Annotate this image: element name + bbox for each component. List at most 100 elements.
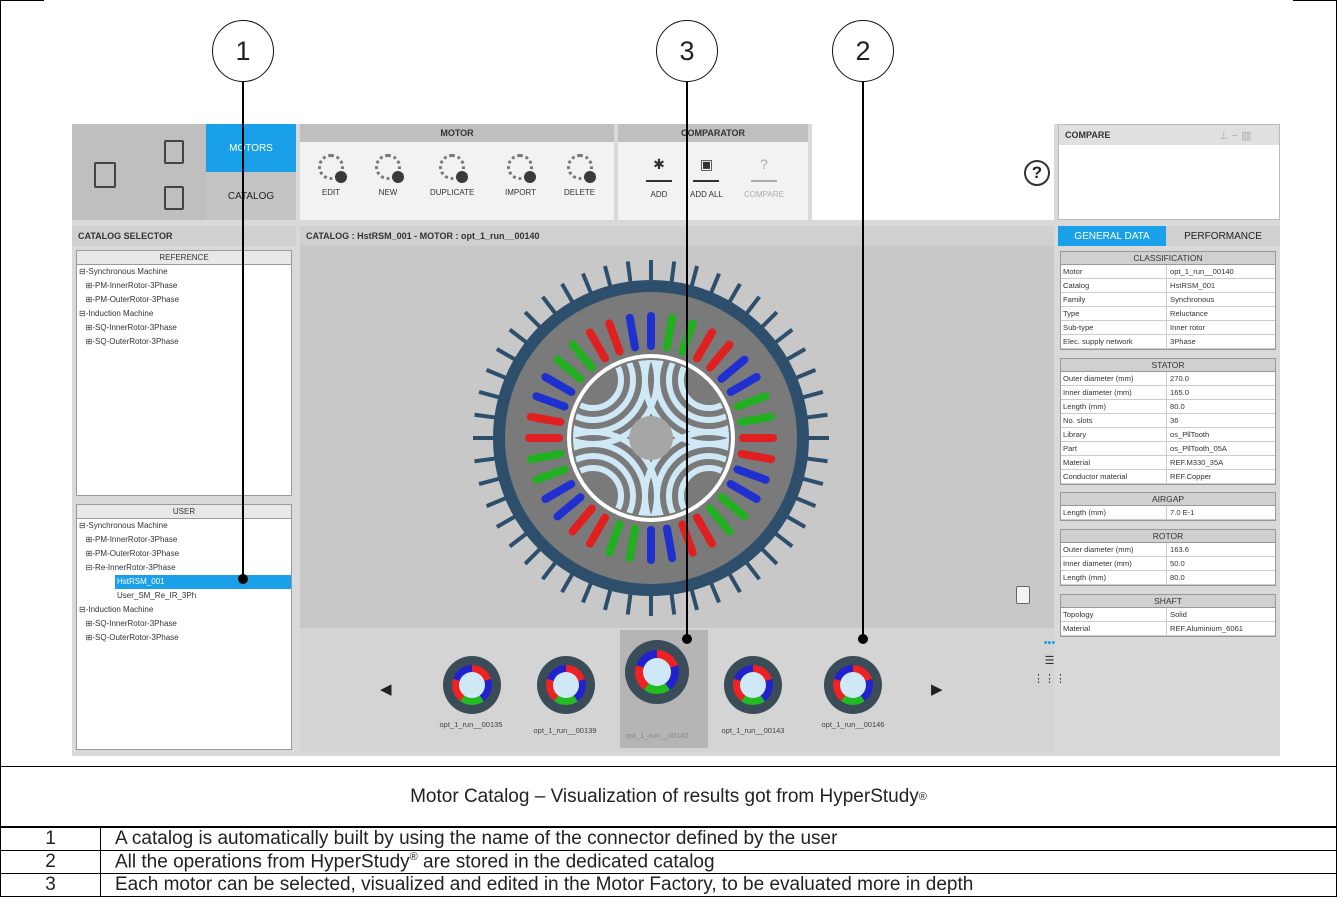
- add-button[interactable]: ✱ ADD: [646, 156, 672, 199]
- tree-item[interactable]: ⊟-Re-InnerRotor-3Phase: [77, 561, 291, 575]
- tree-item[interactable]: ⊞-PM-InnerRotor-3Phase: [77, 279, 291, 293]
- tree-item[interactable]: ⊟-Synchronous Machine: [77, 265, 291, 279]
- compare-tool-icons[interactable]: ⊥ − ▥: [1219, 129, 1252, 142]
- tree-item[interactable]: ⊞-SQ-InnerRotor-3Phase: [77, 617, 291, 631]
- table-row: Topology Solid: [1061, 608, 1275, 622]
- property-value: Synchronous: [1170, 295, 1215, 304]
- callout-3-dot: [682, 634, 692, 644]
- tree-item[interactable]: ⊞-PM-InnerRotor-3Phase: [77, 533, 291, 547]
- tree-item[interactable]: ⊟-Induction Machine: [77, 307, 291, 321]
- table-row: Conductor material REF.Copper: [1061, 470, 1275, 484]
- tab-general-data[interactable]: GENERAL DATA: [1058, 226, 1166, 246]
- catalog-doc-icon[interactable]: [94, 162, 116, 188]
- document-icon[interactable]: [1016, 586, 1030, 604]
- tree-item[interactable]: ⊞-SQ-InnerRotor-3Phase: [77, 321, 291, 335]
- property-label: Sub-type: [1061, 321, 1167, 334]
- toolbar-filler: [812, 124, 1054, 220]
- thumbnail-label: opt_1_run__00139: [533, 726, 597, 735]
- new-label: NEW: [378, 188, 398, 197]
- table-row: Length (mm) 7.0 E-1: [1061, 506, 1275, 520]
- next-arrow[interactable]: ▶: [931, 680, 943, 698]
- edit-button[interactable]: EDIT: [318, 154, 347, 197]
- thumbnail-motor[interactable]: [443, 656, 501, 714]
- thumbnail-motor[interactable]: [724, 656, 782, 714]
- tree-item[interactable]: ⊞-SQ-OuterRotor-3Phase: [77, 335, 291, 349]
- prev-arrow[interactable]: ◀: [380, 680, 392, 698]
- motor-view: [300, 246, 1054, 628]
- property-label: Family: [1061, 293, 1167, 306]
- compare-button[interactable]: ? COMPARE: [744, 156, 784, 199]
- property-label: Inner diameter (mm): [1061, 557, 1167, 570]
- table-row: Length (mm) 80.0: [1061, 400, 1275, 414]
- catalog-button[interactable]: CATALOG: [206, 172, 296, 220]
- stator-coil: [662, 524, 677, 563]
- import-button[interactable]: IMPORT: [505, 154, 537, 197]
- tree-item[interactable]: HstRSM_001: [115, 575, 291, 589]
- frame-corner-left: [0, 0, 44, 1]
- thumbnail-label: opt_1_run__00143: [721, 726, 785, 735]
- import-label: IMPORT: [505, 188, 536, 197]
- table-row: Inner diameter (mm) 50.0: [1061, 557, 1275, 571]
- property-value: 50.0: [1170, 559, 1185, 568]
- thumbnail-label: opt_1_run__00135: [439, 720, 503, 729]
- thumbnail-rotor: [553, 672, 579, 698]
- table-row: Length (mm) 80.0: [1061, 571, 1275, 585]
- help-icon[interactable]: ?: [1024, 160, 1050, 186]
- stator-coil: [737, 449, 776, 464]
- shaft-group: SHAFT Topology Solid Material REF.Aluminium_…: [1060, 594, 1276, 637]
- user-tree[interactable]: USER ⊟-Synchronous Machine ⊞-PM-InnerRot…: [76, 504, 292, 750]
- view-mode-icons[interactable]: •▪• ☰ ⋮⋮⋮: [1033, 634, 1066, 688]
- property-label: Motor: [1061, 265, 1167, 278]
- thumbnail-rotor: [740, 672, 766, 698]
- tree-item[interactable]: User_SM_Re_IR_3Ph: [77, 589, 291, 603]
- property-value: 80.0: [1170, 402, 1185, 411]
- refresh-doc-icon[interactable]: [164, 186, 184, 210]
- table-row: Motor opt_1_run__00140: [1061, 265, 1275, 279]
- property-label: Outer diameter (mm): [1061, 372, 1167, 385]
- delete-icon: [566, 154, 596, 183]
- property-label: No. slots: [1061, 414, 1167, 427]
- motors-button[interactable]: MOTORS: [206, 124, 296, 172]
- compare-label: COMPARE: [744, 190, 784, 199]
- property-label: Length (mm): [1061, 400, 1167, 413]
- callout-2-dot: [858, 634, 868, 644]
- table-row: Catalog HstRSM_001: [1061, 279, 1275, 293]
- note-text: A catalog is automatically built by usin…: [100, 827, 1337, 851]
- property-label: Conductor material: [1061, 470, 1167, 483]
- new-button[interactable]: NEW: [375, 154, 404, 197]
- property-label: Outer diameter (mm): [1061, 543, 1167, 556]
- note-text-a: All the operations from HyperStudy: [115, 851, 410, 873]
- thumbnail-label: opt_1_run__00140: [625, 731, 689, 740]
- thumbnail-motor[interactable]: [537, 656, 595, 714]
- property-value: HstRSM_001: [1170, 281, 1216, 290]
- new-doc-icon[interactable]: [164, 140, 184, 164]
- delete-button[interactable]: DELETE: [564, 154, 596, 197]
- registered-mark: ®: [918, 790, 927, 803]
- tab-performance[interactable]: PERFORMANCE: [1166, 226, 1280, 246]
- property-value: 163.6: [1170, 545, 1190, 554]
- property-label: Type: [1061, 307, 1167, 320]
- tree-item[interactable]: ⊟-Synchronous Machine: [77, 519, 291, 533]
- thumbnail-motor[interactable]: [824, 656, 882, 714]
- note-number: 1: [0, 827, 101, 851]
- tree-item[interactable]: ⊞-SQ-OuterRotor-3Phase: [77, 631, 291, 645]
- reference-tree[interactable]: REFERENCE ⊟-Synchronous Machine ⊞-PM-Inn…: [76, 250, 292, 496]
- add-all-button[interactable]: ▣ ADD ALL: [690, 156, 723, 199]
- callout-3: 3: [656, 20, 718, 82]
- tree-item[interactable]: ⊞-PM-OuterRotor-3Phase: [77, 293, 291, 307]
- catalog-selector-title: CATALOG SELECTOR: [72, 226, 296, 246]
- callout-2-line: [862, 82, 864, 638]
- property-label: Length (mm): [1061, 506, 1167, 519]
- add-label: ADD: [650, 190, 668, 199]
- stator-coil: [526, 412, 565, 427]
- table-row: 2 All the operations from HyperStudy® ar…: [0, 849, 1337, 875]
- thumbnail-rotor: [459, 672, 485, 698]
- duplicate-button[interactable]: DUPLICATE: [430, 154, 474, 197]
- property-label: Library: [1061, 428, 1167, 441]
- scale-add-icon: ✱: [646, 156, 672, 182]
- thumbnail-motor-selected[interactable]: [625, 640, 689, 704]
- table-row: Type Reluctance: [1061, 307, 1275, 321]
- tree-item[interactable]: ⊟-Induction Machine: [77, 603, 291, 617]
- tree-item[interactable]: ⊞-PM-OuterRotor-3Phase: [77, 547, 291, 561]
- rotor-title: ROTOR: [1061, 530, 1275, 543]
